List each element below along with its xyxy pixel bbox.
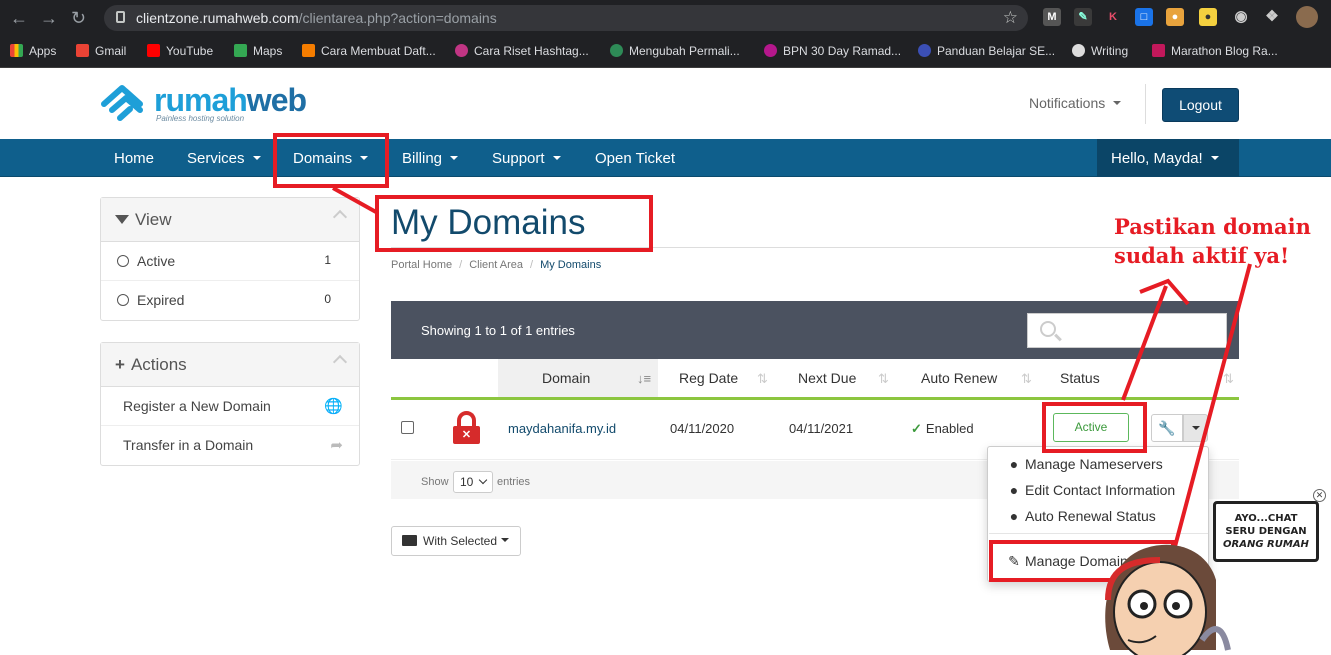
- annotation-note: Pastikan domain sudah aktif ya!: [1114, 214, 1311, 268]
- close-icon[interactable]: ✕: [1313, 489, 1326, 502]
- chat-bubble[interactable]: AYO...CHAT SERU DENGAN ORANG RUMAH: [1213, 501, 1319, 562]
